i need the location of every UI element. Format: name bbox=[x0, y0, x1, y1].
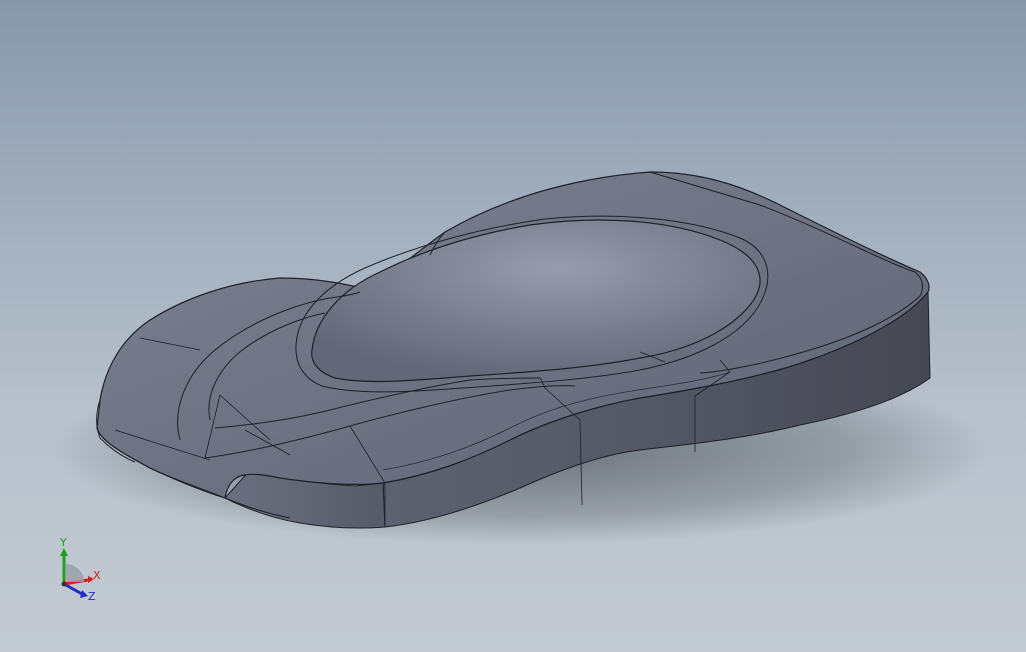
z-axis-arrow-icon bbox=[80, 590, 88, 598]
z-axis-line bbox=[63, 582, 83, 596]
y-axis-arrow-icon bbox=[60, 548, 68, 556]
part-model[interactable] bbox=[0, 0, 1026, 652]
graphics-viewport[interactable]: Y X Z bbox=[0, 0, 1026, 652]
y-axis-label: Y bbox=[59, 536, 67, 549]
triad-plane-icon bbox=[66, 564, 84, 582]
triad-origin-icon bbox=[61, 581, 67, 587]
x-axis-label: X bbox=[93, 569, 101, 582]
z-axis-label: Z bbox=[88, 590, 96, 603]
coordinate-triad[interactable]: Y X Z bbox=[52, 532, 108, 604]
